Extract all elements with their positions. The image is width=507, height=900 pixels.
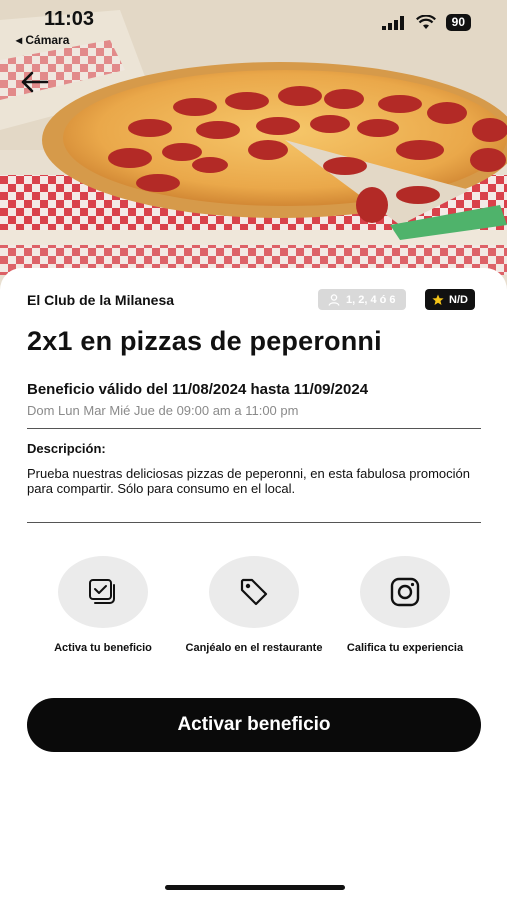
restaurant-name: El Club de la Milanesa <box>27 292 175 308</box>
description-text: Prueba nuestras deliciosas pizzas de pep… <box>27 466 470 496</box>
offer-validity: Beneficio válido del 11/08/2024 hasta 11… <box>27 381 369 398</box>
wifi-icon <box>415 15 436 29</box>
divider <box>27 428 481 429</box>
instagram-icon <box>390 577 420 607</box>
step-redeem-label: Canjéalo en el restaurante <box>185 642 323 654</box>
arrow-left-icon <box>21 71 49 93</box>
offer-title: 2x1 en pizzas de peperonni <box>27 326 382 356</box>
offer-schedule: Dom Lun Mar Mié Jue de 09:00 am a 11:00 … <box>27 403 299 418</box>
activate-benefit-button[interactable]: Activar beneficio <box>27 698 481 752</box>
back-button[interactable] <box>16 64 52 100</box>
person-icon <box>328 293 340 306</box>
step-redeem-circle <box>209 556 299 628</box>
step-activate: Activa tu beneficio <box>33 556 173 655</box>
home-indicator[interactable] <box>165 885 345 890</box>
step-activate-circle <box>58 556 148 628</box>
tag-icon <box>240 578 268 606</box>
description-label: Descripción: <box>27 441 106 456</box>
step-activate-label: Activa tu beneficio <box>54 642 152 654</box>
step-rate-circle <box>360 556 450 628</box>
rating-badge: N/D <box>425 289 475 310</box>
battery-indicator: 90 <box>445 14 471 31</box>
people-badge-text: 1, 2, 4 ó 6 <box>346 293 396 306</box>
signal-icon <box>381 15 404 30</box>
status-bar: 11:03 ◂ Cámara 90 <box>0 0 507 54</box>
status-time: 11:03 <box>44 8 95 30</box>
check-cards-icon <box>89 579 115 604</box>
back-to-app-link[interactable]: ◂ Cámara <box>16 33 69 47</box>
step-rate-label: Califica tu experiencia <box>346 642 464 654</box>
step-redeem: Canjéalo en el restaurante <box>184 556 324 655</box>
divider <box>27 522 481 523</box>
status-icons: 90 <box>381 14 471 31</box>
people-badge: 1, 2, 4 ó 6 <box>318 289 406 310</box>
star-icon <box>432 294 444 305</box>
step-rate: Califica tu experiencia <box>335 556 475 655</box>
rating-badge-text: N/D <box>449 293 468 306</box>
